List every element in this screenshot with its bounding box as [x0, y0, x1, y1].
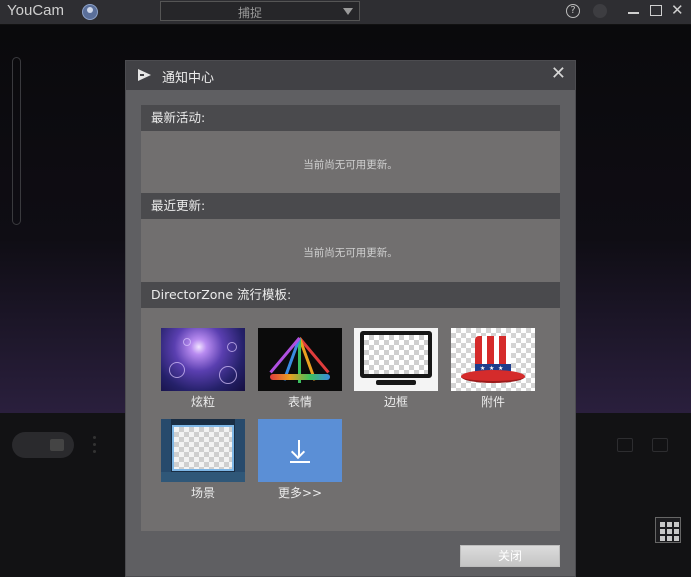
mode-dropdown[interactable]: 捕捉: [160, 1, 360, 21]
grid-view-button[interactable]: [655, 517, 681, 543]
emoji-thumbnail: [258, 328, 342, 391]
capture-mode-toggle[interactable]: [12, 432, 74, 458]
template-label: 附件: [480, 395, 505, 409]
template-emoji[interactable]: 表情: [258, 328, 342, 410]
particles-thumbnail: [161, 328, 245, 391]
template-scene[interactable]: 场景: [161, 419, 245, 501]
chevron-down-icon: [343, 8, 353, 15]
accessory-hat-thumbnail: ★ ★ ★: [451, 328, 535, 391]
more-options-icon[interactable]: [93, 434, 97, 456]
user-account-icon[interactable]: [82, 4, 98, 20]
app-title: YouCam: [7, 2, 64, 19]
recent-updates-message: 当前尚无可用更新。: [303, 247, 398, 259]
effects-icon[interactable]: [617, 438, 633, 452]
minimize-icon[interactable]: [628, 12, 639, 14]
settings-icon[interactable]: [593, 4, 607, 18]
dialog-content: 最新活动: 当前尚无可用更新。 最近更新: 当前尚无可用更新。 Director…: [141, 105, 560, 531]
directorzone-heading: DirectorZone 流行模板:: [141, 282, 560, 308]
latest-activity-message: 当前尚无可用更新。: [303, 159, 398, 171]
template-particles[interactable]: 炫粒: [161, 328, 245, 410]
maximize-icon[interactable]: [650, 5, 662, 16]
notification-center-dialog: 通知中心 ✕ 最新活动: 当前尚无可用更新。 最近更新: 当前尚无可用更新。 D…: [125, 60, 576, 577]
mode-dropdown-value: 捕捉: [237, 6, 262, 20]
frame-thumbnail: [354, 328, 438, 391]
zoom-slider[interactable]: [12, 57, 21, 225]
latest-activity-heading: 最新活动:: [141, 105, 560, 131]
dialog-header: 通知中心 ✕: [126, 61, 575, 90]
fullscreen-icon[interactable]: [652, 438, 668, 452]
cyberlink-logo-icon: [138, 69, 151, 81]
template-label: 炫粒: [190, 395, 215, 409]
dialog-title: 通知中心: [162, 71, 215, 86]
download-icon: [258, 419, 342, 482]
template-frame[interactable]: 边框: [354, 328, 438, 410]
more-templates-link[interactable]: 更多>>: [258, 419, 342, 501]
title-bar: YouCam 捕捉 ? ✕: [0, 0, 691, 25]
template-accessory[interactable]: ★ ★ ★ 附件: [451, 328, 535, 410]
scene-thumbnail: [161, 419, 245, 482]
close-window-icon[interactable]: ✕: [671, 3, 685, 18]
help-icon[interactable]: ?: [566, 4, 580, 18]
template-label: 边框: [383, 395, 408, 409]
close-button[interactable]: 关闭: [460, 545, 560, 567]
template-label: 场景: [190, 486, 215, 500]
template-label: 表情: [287, 395, 312, 409]
template-label: 更多>>: [277, 486, 323, 500]
close-icon[interactable]: ✕: [551, 64, 566, 84]
recent-updates-heading: 最近更新:: [141, 193, 560, 219]
